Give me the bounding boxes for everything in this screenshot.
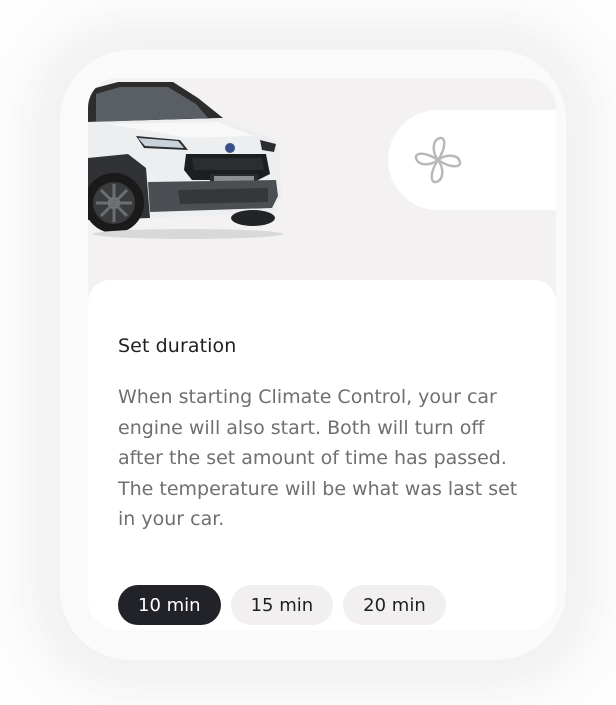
climate-control-button[interactable] xyxy=(388,110,556,210)
section-title: Set duration xyxy=(118,335,237,357)
duration-options: 10 min 15 min 20 min xyxy=(118,585,446,625)
duration-option-15[interactable]: 15 min xyxy=(230,585,334,625)
car-image xyxy=(88,82,283,239)
duration-panel: Set duration When starting Climate Contr… xyxy=(88,280,556,630)
hero-area xyxy=(88,78,556,283)
duration-option-20[interactable]: 20 min xyxy=(343,585,446,625)
fan-icon xyxy=(414,136,462,184)
section-description: When starting Climate Control, your car … xyxy=(118,386,518,530)
climate-duration-card: Set duration When starting Climate Contr… xyxy=(88,78,556,630)
duration-option-10[interactable]: 10 min xyxy=(118,585,221,625)
screen: Set duration When starting Climate Contr… xyxy=(0,0,616,705)
